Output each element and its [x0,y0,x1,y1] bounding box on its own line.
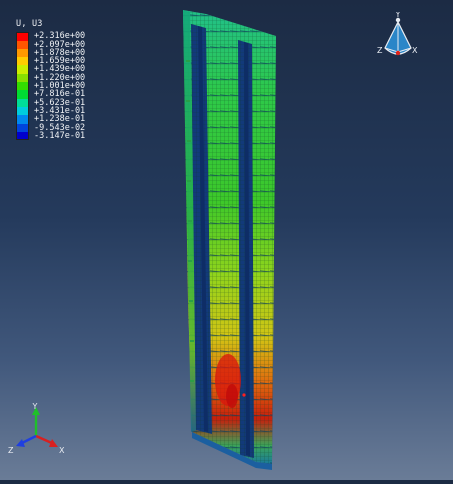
legend-swatch [16,115,29,124]
triad-bottom-x-label: X [59,446,65,455]
legend-swatch [16,131,29,141]
legend-swatch [16,82,29,91]
global-axes-triad-icon: Y Z X [8,402,65,455]
legend-swatch [16,65,29,74]
view-triad-icon[interactable]: Y Z X [376,12,420,66]
legend-swatch [16,106,29,116]
legend-swatch [16,32,29,41]
triad-bottom-z-label: Z [8,446,14,455]
legend-swatch [16,73,29,83]
legend-entry: -3.147e-01 [16,130,86,141]
contour-legend: U, U3 +2.316e+00 +2.097e+00 +1.878e+00 +1.6… [16,20,85,140]
legend-value: -3.147e-01 [34,130,86,141]
legend-swatch [16,90,29,99]
triad-top-y-label: Y [395,12,401,19]
panel-mesh [183,10,276,470]
triad-top-origin-icon [395,50,401,56]
triad-top-x-label: X [412,46,418,55]
legend-swatch [16,98,29,107]
legend-title: U, U3 [16,19,43,29]
triad-bottom-y-label: Y [32,402,38,411]
legend-swatch [16,123,29,132]
legend-swatch [16,40,29,49]
legend-swatch [16,57,29,66]
triad-top-z-label: Z [377,46,383,55]
legend-swatch [16,48,29,58]
